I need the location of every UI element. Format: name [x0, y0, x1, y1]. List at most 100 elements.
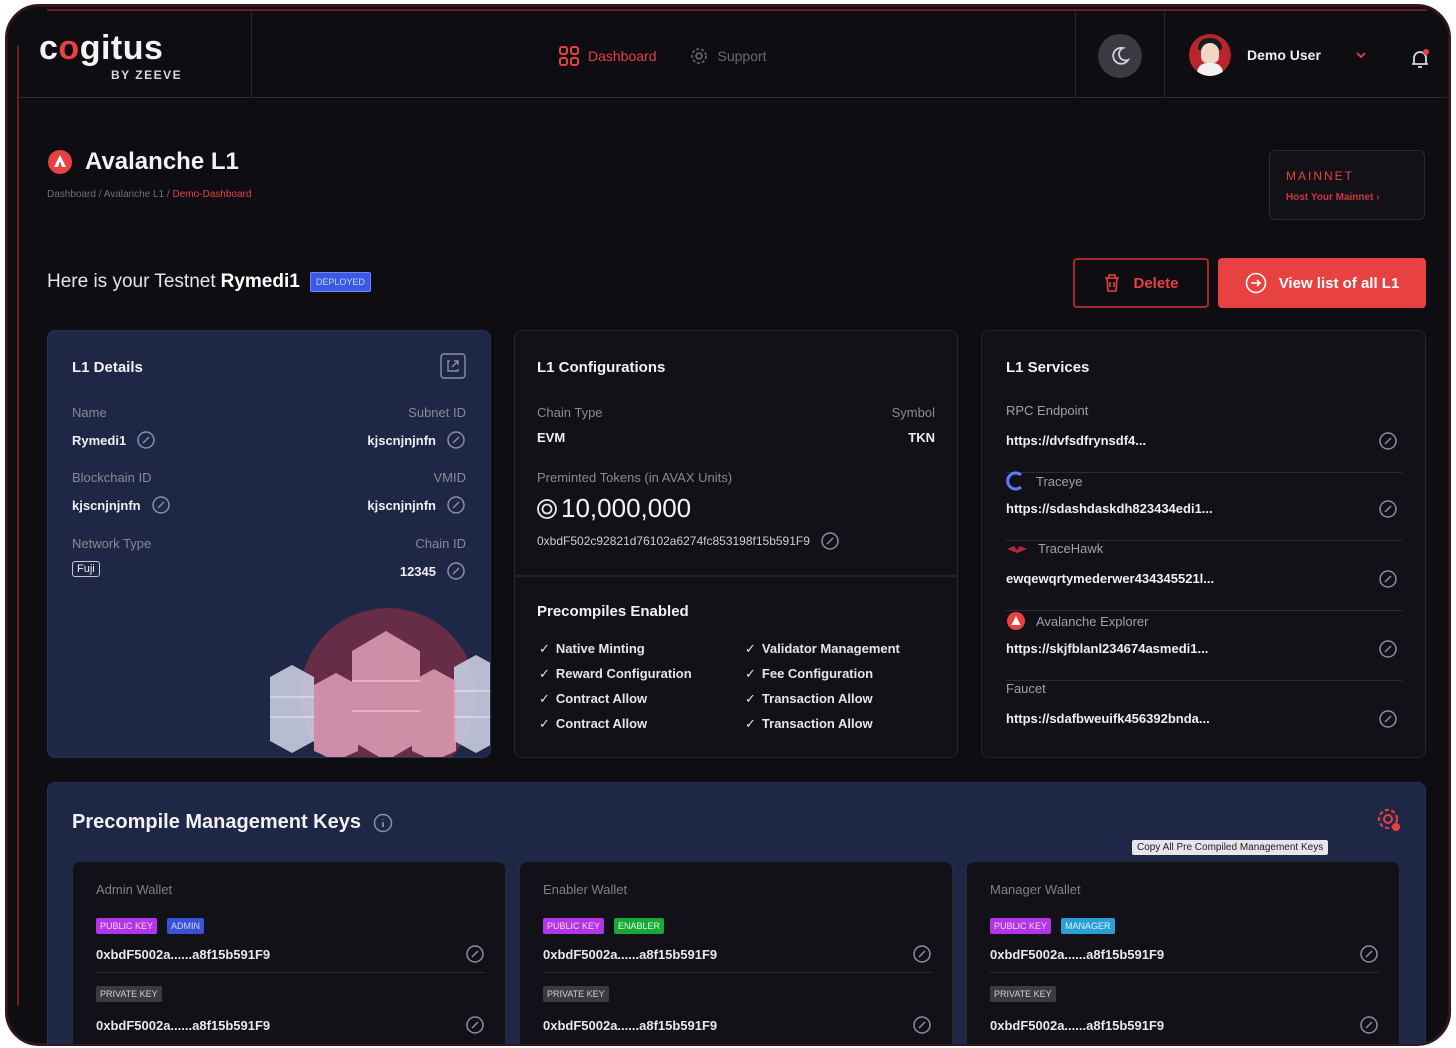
token-address: 0xbdF502c92821d76102a6274fc853198f15b591… [537, 531, 840, 551]
divider [990, 972, 1379, 973]
tokens-value: 10,000,000 [561, 493, 692, 523]
card-title: L1 Services [1006, 359, 1090, 376]
service-url[interactable]: ewqewqrtymederwer434345521l... [1006, 571, 1214, 586]
name-value: Rymedi1 [72, 430, 156, 450]
details-row: Blockchain ID kjscnjnjnfn VMID kjscnjnjn… [72, 470, 466, 515]
wallet-tags: PUBLIC KEY MANAGER [990, 918, 1115, 934]
copy-icon[interactable] [912, 944, 932, 964]
service-rpc: RPC Endpoint https://dvfsdfrynsdf4... [1006, 403, 1402, 473]
public-key-value: 0xbdF5002a......a8f15b591F9 [543, 947, 718, 962]
traceye-icon [1006, 471, 1022, 491]
service-url[interactable]: https://sdashdaskdh823434edi1... [1006, 501, 1213, 516]
precompile-item: ✓ Fee Configuration [745, 666, 874, 681]
role-tag: ADMIN [167, 918, 205, 934]
nav-support[interactable]: Support [689, 46, 767, 66]
view-all-l1-button[interactable]: View list of all L1 [1218, 258, 1426, 308]
copy-icon[interactable] [1378, 431, 1398, 451]
role-tag: ENABLER [614, 918, 665, 934]
service-traceye: Traceye https://sdashdaskdh823434edi1... [1006, 471, 1402, 541]
tokens-label: Preminted Tokens (in AVAX Units) [537, 470, 733, 485]
tracehawk-icon [1007, 545, 1027, 553]
public-key-tag: PUBLIC KEY [543, 918, 605, 934]
nav-support-label: Support [717, 48, 767, 64]
service-url[interactable]: https://skjfblanl234674asmedi1... [1006, 641, 1208, 656]
private-key-tag: PRIVATE KEY [543, 986, 609, 1002]
private-key-tag: PRIVATE KEY [990, 986, 1056, 1002]
copy-icon[interactable] [446, 561, 466, 581]
user-menu[interactable]: Demo User [1189, 34, 1367, 76]
nav-dashboard[interactable]: Dashboard [559, 46, 657, 66]
top-header: cogitus BY ZEEVE Dashboard Support Demo … [19, 12, 1447, 98]
mainnet-label: MAINNET [1286, 169, 1354, 183]
private-key-value: 0xbdF5002a......a8f15b591F9 [96, 1018, 271, 1033]
host-mainnet-link[interactable]: Host Your Mainnet › [1286, 192, 1408, 203]
symbol-label: Symbol [891, 405, 935, 420]
copy-icon[interactable] [151, 495, 171, 515]
chevron-down-icon [1356, 52, 1366, 59]
delete-button[interactable]: Delete [1073, 258, 1209, 308]
details-row: Name Rymedi1 Subnet ID kjscnjnjnfn [72, 405, 466, 450]
breadcrumb-avalanche[interactable]: Avalanche L1 [104, 189, 164, 200]
brand-logo[interactable]: cogitus BY ZEEVE [39, 29, 181, 82]
notification-button[interactable] [1409, 48, 1431, 75]
grid-icon [559, 46, 579, 66]
header-divider [1075, 12, 1076, 98]
copy-icon[interactable] [1378, 709, 1398, 729]
status-badge: DEPLOYED [309, 272, 371, 292]
copy-icon[interactable] [136, 430, 156, 450]
copy-icon[interactable] [465, 944, 485, 964]
details-row: Network Type Fuji Chain ID 12345 [72, 536, 466, 581]
blockchain-label: Blockchain ID [72, 470, 152, 485]
precompile-item: ✓ Contract Allow [539, 716, 648, 731]
theme-toggle-button[interactable] [1098, 34, 1142, 78]
network-type-badge: Fuji [72, 561, 100, 577]
wallet-title: Admin Wallet [96, 882, 173, 897]
breadcrumb-dashboard[interactable]: Dashboard [47, 189, 96, 200]
card-title: L1 Configurations [537, 359, 666, 376]
precompile-item: ✓ Native Minting [539, 641, 645, 656]
copy-icon[interactable] [1359, 944, 1379, 964]
service-url[interactable]: https://dvfsdfrynsdf4... [1006, 433, 1146, 448]
service-url[interactable]: https://sdafbweuifk456392bnda... [1006, 711, 1210, 726]
copy-icon[interactable] [1378, 569, 1398, 589]
wallet-tags: PRIVATE KEY [96, 986, 162, 1002]
copy-all-tooltip: Copy All Pre Compiled Management Keys [1132, 840, 1329, 855]
precompile-item: ✓ Validator Management [745, 641, 900, 656]
vmid-label: VMID [433, 470, 467, 485]
external-link-icon[interactable] [440, 353, 466, 379]
copy-icon[interactable] [465, 1015, 485, 1035]
avalanche-icon [1007, 612, 1025, 630]
header-divider [1164, 12, 1165, 98]
info-icon[interactable] [373, 813, 393, 833]
greeting: Here is your Testnet Rymedi1 DEPLOYED [47, 271, 371, 293]
bell-icon [1412, 49, 1429, 68]
copy-icon[interactable] [1359, 1015, 1379, 1035]
manager-wallet-card: Manager Wallet PUBLIC KEY MANAGER 0xbdF50… [966, 861, 1400, 1044]
blocks-illustration [270, 608, 490, 757]
wallet-tags: PRIVATE KEY [990, 986, 1056, 1002]
copy-icon[interactable] [820, 531, 840, 551]
copy-icon[interactable] [912, 1015, 932, 1035]
divider [515, 575, 957, 577]
keys-title: Precompile Management Keys [72, 811, 393, 834]
copy-all-keys-icon[interactable] [1376, 807, 1402, 833]
app-frame: cogitus BY ZEEVE Dashboard Support Demo … [5, 4, 1451, 1046]
vmid-value: kjscnjnjnfn [367, 495, 466, 515]
chain-type-value: EVM [537, 430, 566, 445]
gear-icon [690, 48, 707, 64]
breadcrumb-current: Demo-Dashboard [172, 189, 252, 200]
copy-icon[interactable] [446, 495, 466, 515]
mainnet-card[interactable]: MAINNET Host Your Mainnet › [1269, 150, 1425, 220]
divider [96, 972, 485, 973]
copy-icon[interactable] [1378, 639, 1398, 659]
divider [543, 972, 932, 973]
brand-name: cogitus [39, 29, 164, 67]
main-nav: Dashboard Support [559, 46, 767, 66]
service-label: RPC Endpoint [1006, 403, 1089, 418]
l1-details-card: L1 Details Name Rymedi1 Subnet ID kjscnj… [47, 330, 491, 758]
blockchain-value: kjscnjnjnfn [72, 495, 171, 515]
config-row: Chain Type EVM Symbol TKN [537, 405, 935, 445]
copy-icon[interactable] [1378, 499, 1398, 519]
copy-icon[interactable] [446, 430, 466, 450]
service-label: TraceHawk [1006, 541, 1402, 556]
